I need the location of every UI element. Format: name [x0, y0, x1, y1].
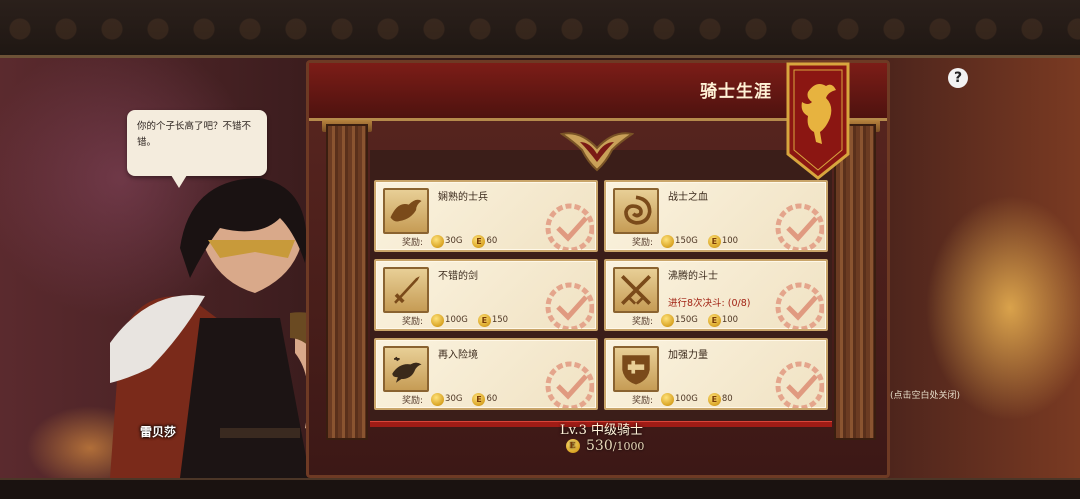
achievement-title: 沸腾的斗士	[668, 271, 718, 282]
e-coin-icon	[477, 313, 491, 327]
achievement-card[interactable]: 不错的剑 奖励: 100G 150	[374, 259, 598, 331]
gold-coin-icon	[431, 234, 445, 248]
swirl-icon	[613, 188, 659, 234]
completed-check-icon	[545, 282, 594, 329]
shield-icon	[613, 346, 659, 392]
character-name: 雷贝莎	[140, 425, 177, 439]
reward-label: 奖励:	[402, 316, 424, 327]
achievement-card[interactable]: 再入险境 奖励: 30G 60	[374, 338, 598, 410]
achievement-title: 不错的剑	[438, 271, 478, 282]
exp-current: 530	[586, 438, 613, 454]
help-icon[interactable]: ?	[948, 68, 968, 88]
gold-amount: 30G	[445, 394, 463, 404]
gold-coin-icon	[431, 313, 445, 327]
reward-row: 奖励: 100G 80	[632, 392, 743, 406]
gold-coin-icon	[661, 313, 675, 327]
achievement-progress: 进行8次决斗: (0/8)	[668, 298, 751, 309]
e-amount: 60	[486, 394, 498, 404]
e-amount: 80	[721, 394, 733, 404]
gold-coin-icon	[661, 392, 675, 406]
reward-row: 奖励: 150G 100	[632, 234, 748, 248]
board-title: 骑士生涯	[700, 82, 772, 102]
achievement-card[interactable]: 沸腾的斗士 进行8次决斗: (0/8) 奖励: 150G 100	[604, 259, 828, 331]
reward-label: 奖励:	[632, 316, 654, 327]
e-coin-icon	[707, 234, 721, 248]
reward-row: 奖励: 100G 150	[402, 313, 518, 327]
speech-bubble: 你的个子长高了吧？不错不错。	[127, 110, 267, 188]
left-pillar	[326, 124, 368, 440]
griffin-banner-icon	[786, 62, 850, 180]
achievement-title: 加强力量	[668, 350, 708, 361]
completed-check-icon	[545, 203, 594, 250]
gold-amount: 30G	[445, 236, 463, 246]
sword-icon	[383, 267, 429, 313]
achievement-card[interactable]: 战士之血 奖励: 150G 100	[604, 180, 828, 252]
achievement-title: 再入险境	[438, 350, 478, 361]
reward-label: 奖励:	[632, 237, 654, 248]
exp-max: /1000	[612, 439, 645, 453]
gold-amount: 100G	[675, 394, 698, 404]
e-coin-icon	[707, 313, 721, 327]
e-amount: 100	[721, 236, 739, 246]
speech-text: 你的个子长高了吧？不错不错。	[137, 121, 252, 148]
completed-check-icon	[775, 203, 824, 250]
reward-row: 奖励: 30G 60	[402, 234, 507, 248]
e-amount: 100	[721, 315, 739, 325]
completed-check-icon	[775, 361, 824, 408]
raven-icon	[383, 346, 429, 392]
eagle-icon	[383, 188, 429, 234]
achievement-title: 战士之血	[668, 192, 708, 203]
achievement-card[interactable]: 娴熟的士兵 奖励: 30G 60	[374, 180, 598, 252]
completed-check-icon	[775, 282, 824, 329]
exp-coin-icon	[566, 439, 580, 453]
e-coin-icon	[707, 392, 721, 406]
reward-label: 奖励:	[402, 237, 424, 248]
e-amount: 150	[491, 315, 509, 325]
reward-label: 奖励:	[632, 395, 654, 406]
crest-ornament-icon	[560, 132, 634, 172]
gold-coin-icon	[661, 234, 675, 248]
e-coin-icon	[472, 392, 486, 406]
e-amount: 60	[486, 236, 498, 246]
achievement-card[interactable]: 加强力量 奖励: 100G 80	[604, 338, 828, 410]
gold-coin-icon	[431, 392, 445, 406]
reward-label: 奖励:	[402, 395, 424, 406]
experience-counter: 530 /1000	[566, 437, 644, 455]
reward-row: 奖励: 30G 60	[402, 392, 507, 406]
e-coin-icon	[472, 234, 486, 248]
gold-amount: 100G	[445, 315, 468, 325]
gold-amount: 150G	[675, 236, 698, 246]
knight-level: Lv.3 中级骑士	[560, 423, 643, 438]
close-hint: (点击空白处关闭)	[889, 391, 961, 401]
bottom-bar	[0, 478, 1080, 499]
achievement-title: 娴熟的士兵	[438, 192, 488, 203]
completed-check-icon	[545, 361, 594, 408]
reward-row: 奖励: 150G 100	[632, 313, 748, 327]
crossed-swords-icon	[613, 267, 659, 313]
top-ornament-band	[0, 0, 1080, 58]
gold-amount: 150G	[675, 315, 698, 325]
